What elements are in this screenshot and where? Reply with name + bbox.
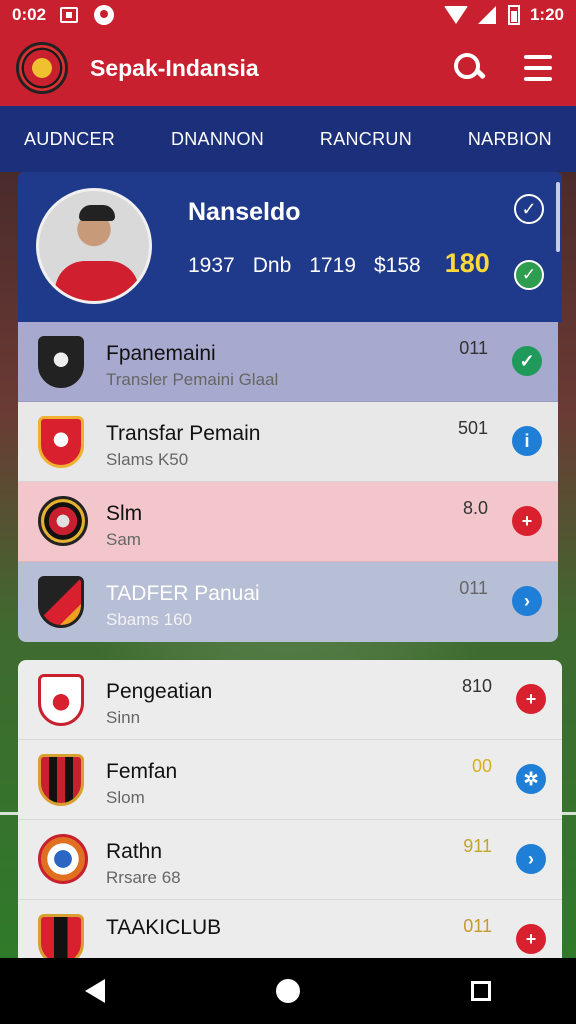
status-bar: 0:02 1:20 <box>0 0 576 30</box>
item-title: TAAKICLUB <box>106 916 222 939</box>
transfer-list-secondary: Pengeatian Sinn 810 + Femfan Slom 00 ✲ R… <box>18 660 562 960</box>
club-badge-icon <box>38 496 88 548</box>
item-subtitle: Sbams 160 <box>106 610 192 629</box>
notification-icon <box>94 5 115 25</box>
list-item[interactable]: TADFER Panuai Sbams 160 011 › <box>18 562 558 642</box>
home-icon[interactable] <box>275 979 300 1003</box>
signal-icon <box>477 6 496 24</box>
item-value: 911 <box>463 836 492 856</box>
item-subtitle: Slom <box>106 788 145 807</box>
list-item[interactable]: Transfar Pemain Slams K50 501 i <box>18 402 558 482</box>
recent-apps-icon[interactable] <box>470 981 491 1001</box>
status-time-left: 0:02 <box>12 5 47 24</box>
club-badge-icon <box>38 674 84 726</box>
list-item[interactable]: Fpanemaini Transler Pemaini Glaal 011 ✓ <box>18 322 558 402</box>
tab-4[interactable]: NARBION <box>468 129 552 150</box>
system-nav-bar <box>0 958 576 1024</box>
player-avatar <box>36 188 152 304</box>
plus-icon[interactable]: + <box>516 684 546 714</box>
tab-bar: AUDNCER DNANNON RANCRUN NARBION <box>0 106 576 172</box>
menu-icon[interactable] <box>524 55 552 81</box>
transfer-list-primary: Fpanemaini Transler Pemaini Glaal 011 ✓ … <box>18 322 558 642</box>
list-item[interactable]: Slm Sam 8.0 + <box>18 482 558 562</box>
item-subtitle: Sam <box>106 530 141 549</box>
list-item[interactable]: Femfan Slom 00 ✲ <box>18 740 562 820</box>
wifi-icon <box>443 6 468 24</box>
stat-highlight: 180 <box>444 248 490 278</box>
battery-icon <box>507 5 520 25</box>
item-value: 011 <box>459 578 488 598</box>
arrow-icon[interactable]: › <box>512 586 542 616</box>
club-badge-icon <box>38 754 84 806</box>
stat-2: Dnb <box>252 254 292 277</box>
item-value: 501 <box>457 418 488 438</box>
stat-1: 1937 <box>188 254 235 277</box>
club-badge-icon <box>38 576 84 628</box>
player-profile-card[interactable]: Nanseldo 1937 Dnb 1719 $158 180 ✓ ✓ <box>18 172 562 322</box>
item-value: 00 <box>471 756 492 776</box>
item-subtitle: Slams K50 <box>106 450 189 469</box>
back-icon[interactable] <box>85 979 106 1003</box>
player-stats: 1937 Dnb 1719 $158 180 <box>188 248 490 279</box>
item-title: Transfar Pemain <box>106 422 261 445</box>
plus-icon[interactable]: + <box>516 924 546 954</box>
check-icon[interactable]: ✓ <box>512 346 542 376</box>
list-item[interactable]: TAAKICLUB 011 + <box>18 900 562 960</box>
club-badge-icon <box>38 416 84 468</box>
item-value: 011 <box>459 338 488 358</box>
star-icon[interactable]: ✲ <box>516 764 546 794</box>
item-title: Rathn <box>106 840 163 863</box>
search-icon[interactable] <box>452 51 486 85</box>
item-subtitle: Sinn <box>106 708 141 727</box>
gallery-icon <box>60 7 79 23</box>
check-circle-icon[interactable]: ✓ <box>514 260 544 290</box>
item-subtitle: Rrsare 68 <box>106 868 181 887</box>
item-value: 8.0 <box>462 498 488 518</box>
tab-2[interactable]: DNANNON <box>171 129 264 150</box>
status-time-right: 1:20 <box>529 5 564 24</box>
plus-icon[interactable]: + <box>512 506 542 536</box>
item-title: Slm <box>106 502 143 525</box>
club-logo <box>16 42 68 94</box>
club-badge-icon <box>38 914 84 960</box>
tab-3[interactable]: RANCRUN <box>320 129 412 150</box>
app-title: Sepak-Indansia <box>90 54 259 81</box>
tab-1[interactable]: AUDNCER <box>24 129 115 150</box>
list-item[interactable]: Rathn Rrsare 68 911 › <box>18 820 562 900</box>
list-item[interactable]: Pengeatian Sinn 810 + <box>18 660 562 740</box>
item-subtitle: Transler Pemaini Glaal <box>106 370 279 389</box>
item-value: 011 <box>463 916 492 936</box>
arrow-icon[interactable]: › <box>516 844 546 874</box>
app-bar: Sepak-Indansia <box>0 30 576 106</box>
stat-3: 1719 <box>309 254 356 277</box>
item-title: Femfan <box>106 760 178 783</box>
item-title: Pengeatian <box>106 680 213 703</box>
item-value: 810 <box>461 676 492 696</box>
scrollbar[interactable] <box>556 182 560 252</box>
stat-4: $158 <box>373 254 421 277</box>
club-badge-icon <box>38 834 88 886</box>
club-badge-icon <box>38 336 84 388</box>
item-title: TADFER Panuai <box>106 582 260 605</box>
player-name: Nanseldo <box>188 198 301 226</box>
check-outline-icon[interactable]: ✓ <box>514 194 544 224</box>
info-icon[interactable]: i <box>512 426 542 456</box>
item-title: Fpanemaini <box>106 342 216 365</box>
